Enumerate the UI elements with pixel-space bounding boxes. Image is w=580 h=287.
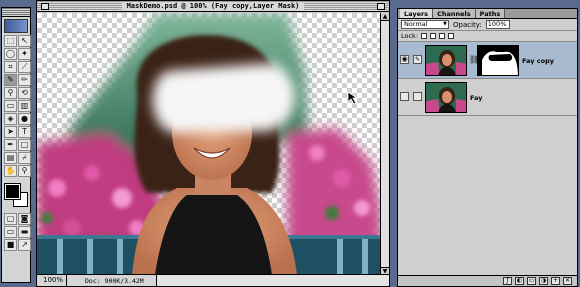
layer-mask-thumbnail[interactable] (477, 45, 519, 76)
gradient-icon[interactable]: ▥ (18, 100, 31, 112)
history-brush-icon[interactable]: ⟲ (18, 87, 31, 99)
toolbox-palette: ⬚ ↖ ◯ ✦ ⌗ ⟋ ✎ ✏ ⚲ ⟲ ▭ ▥ ◈ ● ➤ T ✒ □ ▤ ⌿ ✋ ⚲ ▢ ◙ ▭ ▬ ■ ↗ (1, 7, 31, 283)
magic-wand-icon[interactable]: ✦ (18, 48, 31, 60)
crop-icon[interactable]: ⌗ (4, 61, 17, 73)
tab-channels[interactable]: Channels (433, 9, 476, 18)
document-title: MaskDemo.psd @ 100% (Fay copy,Layer Mask… (121, 2, 305, 10)
blur-icon[interactable]: ◈ (4, 113, 17, 125)
trash-icon[interactable]: ✕ (563, 277, 572, 285)
opacity-field[interactable]: 100% (485, 20, 510, 29)
eyedropper-icon[interactable]: ⌿ (18, 152, 31, 164)
layer-row-fay-copy[interactable]: ◉ ✎ ⛓ Fay copy (398, 42, 577, 79)
layers-empty-area (398, 116, 577, 266)
eye-icon[interactable]: ◉ (400, 55, 409, 64)
foreground-color-swatch[interactable] (4, 183, 21, 200)
paintbrush-icon[interactable]: ✎ (413, 55, 422, 64)
pen-icon[interactable]: ✒ (4, 139, 17, 151)
document-titlebar[interactable]: MaskDemo.psd @ 100% (Fay copy,Layer Mask… (37, 1, 389, 12)
tab-paths[interactable]: Paths (475, 9, 506, 18)
new-layer-icon[interactable]: + (551, 277, 560, 285)
image-canvas[interactable] (37, 13, 381, 275)
mask-hole (152, 63, 296, 133)
zoom-level[interactable]: 100% (37, 275, 67, 286)
document-size-info[interactable]: Doc: 900K/3.42M (67, 277, 144, 285)
palette-tabs: Layers Channels Paths (398, 9, 577, 19)
brush-icon[interactable]: ✎ (4, 74, 17, 86)
lock-transparency-checkbox[interactable] (421, 33, 428, 39)
layer-options: Normal ▼ Opacity: 100% (398, 19, 577, 31)
opacity-label: Opacity: (453, 20, 482, 29)
eye-icon[interactable] (400, 92, 409, 101)
layer-thumbnail[interactable] (425, 82, 467, 113)
mode-grid: ▢ ◙ ▭ ▬ ■ ↗ (2, 211, 31, 253)
hand-icon[interactable]: ✋ (4, 165, 17, 177)
toolbox-titlebar[interactable] (2, 8, 30, 17)
eraser-icon[interactable]: ▭ (4, 100, 17, 112)
link-icon[interactable] (413, 92, 422, 101)
path-select-icon[interactable]: ➤ (4, 126, 17, 138)
stamp-icon[interactable]: ⚲ (4, 87, 17, 99)
blend-mode-select[interactable]: Normal ▼ (401, 20, 449, 29)
screen-mode-standard-icon[interactable]: ▭ (4, 226, 17, 238)
screen-mode-black-icon[interactable]: ■ (4, 239, 17, 251)
layer-row-fay[interactable]: Fay (398, 79, 577, 116)
lasso-icon[interactable]: ◯ (4, 48, 17, 60)
new-set-icon[interactable]: ▭ (527, 277, 536, 285)
marquee-icon[interactable]: ⬚ (4, 35, 17, 47)
shape-icon[interactable]: □ (18, 139, 31, 151)
tab-layers[interactable]: Layers (400, 9, 434, 18)
scroll-up-icon[interactable]: ▲ (381, 13, 389, 21)
horizontal-scrollbar[interactable] (155, 275, 389, 286)
pencil-icon[interactable]: ✏ (18, 74, 31, 86)
palette-footer: ƒ ◐ ▭ ◑ + ✕ (398, 275, 577, 286)
lock-image-checkbox[interactable] (430, 33, 437, 39)
layer-name[interactable]: Fay copy (522, 57, 554, 65)
zoom-icon[interactable]: ⚲ (18, 165, 31, 177)
layers-palette: Layers Channels Paths Normal ▼ Opacity: … (397, 8, 578, 287)
color-swatches (4, 183, 28, 209)
layer-name[interactable]: Fay (470, 94, 482, 102)
layer-style-icon[interactable]: ƒ (503, 277, 512, 285)
document-window: MaskDemo.psd @ 100% (Fay copy,Layer Mask… (36, 0, 390, 287)
adjustment-layer-icon[interactable]: ◑ (539, 277, 548, 285)
lock-options: Lock: (398, 31, 577, 42)
notes-icon[interactable]: ▤ (4, 152, 17, 164)
dodge-icon[interactable]: ● (18, 113, 31, 125)
layer-thumbnail[interactable] (425, 45, 467, 76)
type-icon[interactable]: T (18, 126, 31, 138)
status-bar: 100% Doc: 900K/3.42M (37, 274, 389, 286)
move-icon[interactable]: ↖ (18, 35, 31, 47)
vertical-scrollbar[interactable]: ▲ ▼ (380, 13, 389, 275)
blend-mode-value: Normal (404, 20, 428, 28)
chevron-down-icon: ▼ (443, 21, 447, 27)
slice-icon[interactable]: ⟋ (18, 61, 31, 73)
standard-mode-icon[interactable]: ▢ (4, 213, 17, 225)
photo-image (37, 13, 381, 275)
lock-position-checkbox[interactable] (439, 33, 446, 39)
zoom-box[interactable] (377, 3, 385, 10)
jump-to-imageready-icon[interactable]: ↗ (18, 239, 31, 251)
photoshop-logo[interactable] (4, 19, 28, 33)
lock-label: Lock: (401, 32, 419, 40)
tool-grid: ⬚ ↖ ◯ ✦ ⌗ ⟋ ✎ ✏ ⚲ ⟲ ▭ ▥ ◈ ● ➤ T ✒ □ ▤ ⌿ ✋ ⚲ (2, 33, 31, 179)
arrow-cursor-icon (347, 91, 359, 105)
mask-icon[interactable]: ◐ (515, 277, 524, 285)
lock-all-checkbox[interactable] (448, 33, 455, 39)
quickmask-mode-icon[interactable]: ◙ (18, 213, 31, 225)
screen-mode-full-icon[interactable]: ▬ (18, 226, 31, 238)
